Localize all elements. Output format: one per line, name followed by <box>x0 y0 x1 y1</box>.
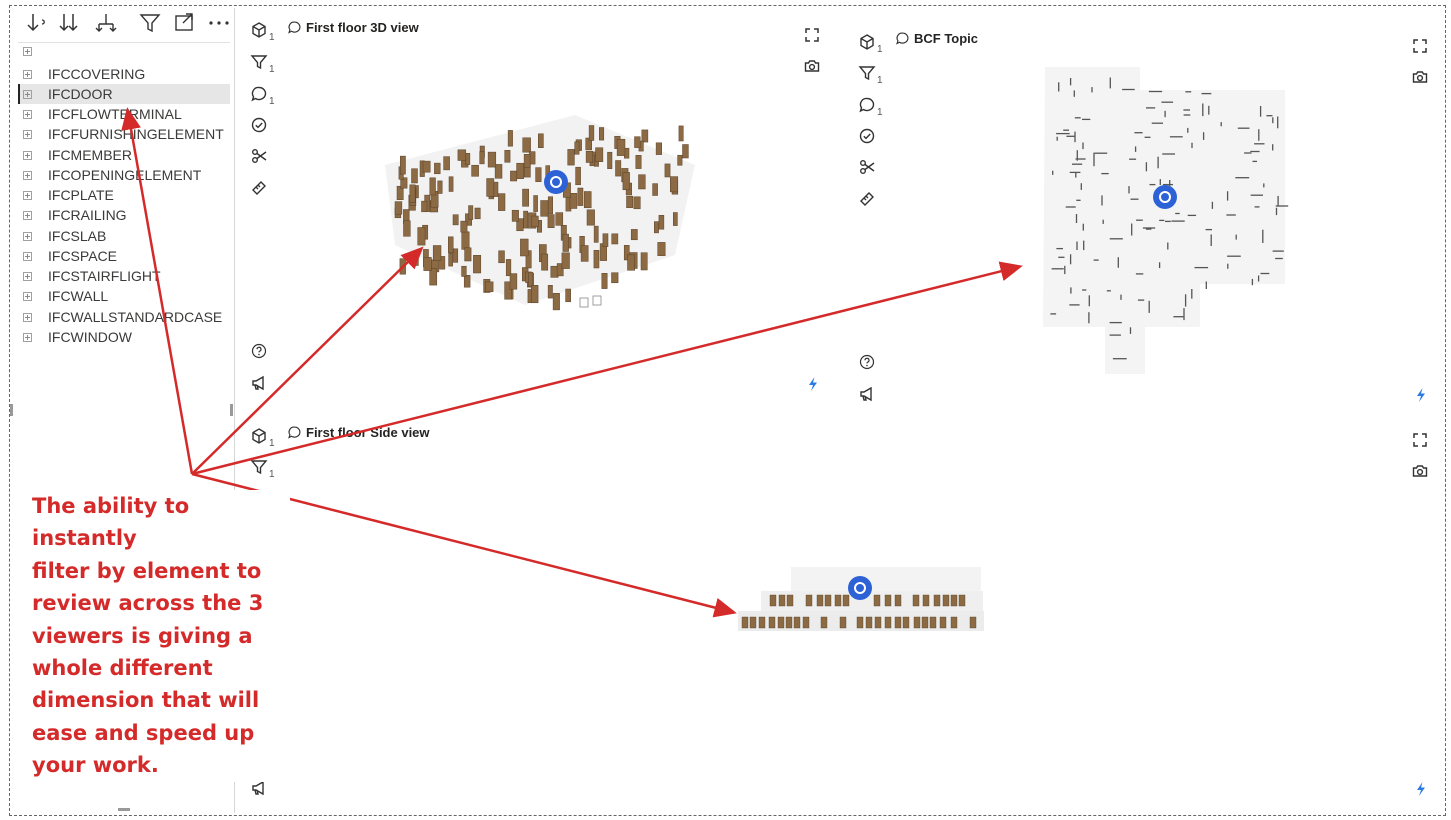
annotation-callout: The ability to instantly filter by eleme… <box>32 490 290 782</box>
